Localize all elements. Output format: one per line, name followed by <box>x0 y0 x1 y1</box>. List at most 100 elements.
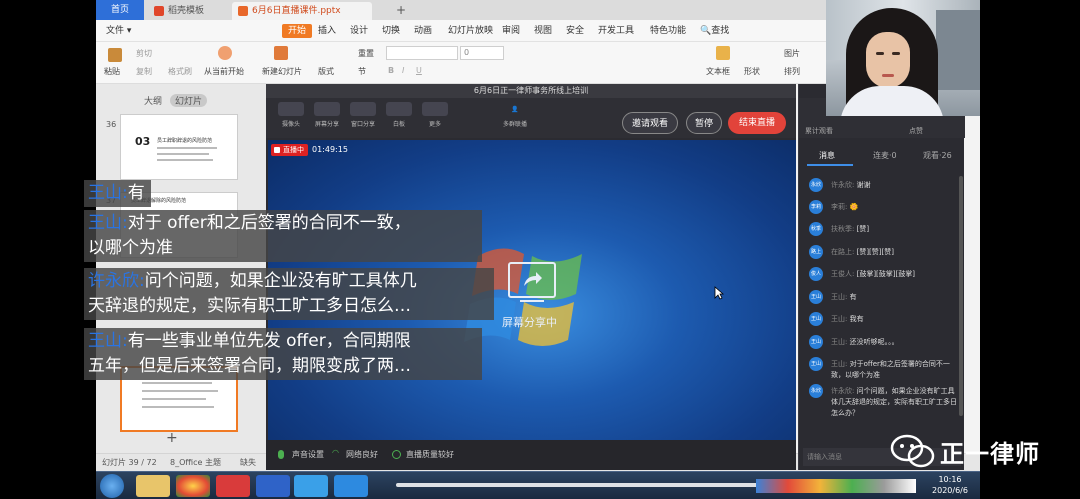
menu-features[interactable]: 特色功能 <box>650 24 686 38</box>
menu-review[interactable]: 审阅 <box>502 24 520 38</box>
new-tab-icon[interactable]: + <box>396 3 406 17</box>
sender-name: 许永欣: <box>831 387 855 395</box>
menu-animation[interactable]: 动画 <box>414 24 432 38</box>
chat-scrollbar[interactable] <box>959 176 963 416</box>
browser-taskbar-icon[interactable] <box>176 475 210 497</box>
font-size-combo[interactable]: 0 <box>460 46 504 60</box>
font-name-combo[interactable] <box>386 46 458 60</box>
meeting-taskbar-icon[interactable] <box>334 475 368 497</box>
pptx-icon <box>238 6 248 16</box>
invite-button[interactable]: 邀请观看 <box>622 112 678 134</box>
subtitle-speaker: 王山: <box>88 331 128 351</box>
paste-icon[interactable] <box>108 48 122 62</box>
tab-templates[interactable]: 稻壳模板 <box>148 2 230 20</box>
end-live-button[interactable]: 结束直播 <box>728 112 786 134</box>
clock-time: 10:16 <box>938 475 962 484</box>
copy-button[interactable]: 复制 <box>136 66 152 77</box>
bold-icon[interactable]: B <box>388 66 394 75</box>
menu-start[interactable]: 开始 <box>282 24 313 38</box>
textbox-icon[interactable] <box>716 46 730 60</box>
sender-name: 王山: <box>831 338 848 346</box>
arrange-button[interactable]: 排列 <box>784 66 800 77</box>
subtitle-speaker: 许永欣: <box>88 271 145 291</box>
add-slide-icon[interactable]: + <box>166 430 178 446</box>
image-button[interactable]: 图片 <box>784 48 800 59</box>
more-button[interactable]: 更多 <box>418 102 452 128</box>
live-timer: 01:49:15 <box>312 145 348 154</box>
avatar: 王山 <box>809 312 823 326</box>
total-views-label: 累计观看 <box>805 127 833 135</box>
quality-icon <box>392 450 401 459</box>
multi-group-button[interactable]: 👤 多群联播 <box>498 102 532 129</box>
tab-home[interactable]: 首页 <box>96 0 144 20</box>
likes-label: 点赞 <box>909 127 923 135</box>
camera-button[interactable]: 摄像头 <box>274 102 308 128</box>
message-text: 对于offer和之后签署的合同不一致，以哪个为准 <box>831 360 950 379</box>
new-slide-button[interactable]: 新建幻灯片 <box>262 66 302 77</box>
menu-slideshow[interactable]: 幻灯片放映 <box>448 24 493 38</box>
sender-name: 在路上: <box>831 248 855 256</box>
quality-status: 直播质量较好 <box>392 449 454 460</box>
whiteboard-label: 白板 <box>392 121 405 128</box>
menu-design[interactable]: 设计 <box>350 24 368 38</box>
underline-icon[interactable]: U <box>416 66 422 75</box>
start-button-icon[interactable] <box>100 474 124 498</box>
window-share-button[interactable]: 窗口分享 <box>346 102 380 128</box>
menu-view[interactable]: 视图 <box>534 24 552 38</box>
play-from-current-button[interactable]: 从当前开始 <box>204 66 244 77</box>
messenger-taskbar-icon[interactable] <box>294 475 328 497</box>
tab-messages[interactable]: 消息 <box>819 150 835 161</box>
whiteboard-button[interactable]: 白板 <box>382 102 416 128</box>
menu-security[interactable]: 安全 <box>566 24 584 38</box>
thumb-number: 36 <box>106 120 117 129</box>
subtitle-text: 有 <box>127 183 145 203</box>
live-icon <box>274 147 280 153</box>
menu-file-label: 文件 <box>106 26 125 36</box>
menu-transition[interactable]: 切换 <box>382 24 400 38</box>
message-text: [赞] <box>856 225 870 233</box>
reset-button[interactable]: 重置 <box>358 48 374 59</box>
textbox-button[interactable]: 文本框 <box>706 66 730 77</box>
italic-icon[interactable]: I <box>402 66 404 75</box>
subtitle-text: 对于 offer和之后签署的合同不一致， <box>127 213 411 233</box>
new-slide-icon[interactable] <box>274 46 288 60</box>
shape-button[interactable]: 形状 <box>744 66 760 77</box>
section-button[interactable]: 节 <box>358 66 366 77</box>
tab-co-host[interactable]: 连麦·0 <box>873 150 897 161</box>
tab-outline[interactable]: 大纲 <box>144 94 162 107</box>
screen-share-button[interactable]: 屏幕分享 <box>310 102 344 128</box>
tab-slides[interactable]: 幻灯片 <box>170 94 208 107</box>
wps-writer-taskbar-icon[interactable] <box>256 475 290 497</box>
wechat-icon <box>890 434 935 468</box>
menu-devtools[interactable]: 开发工具 <box>598 24 634 38</box>
meeting-bottom-bar: 声音设置 ◠ 网络良好 直播质量较好 <box>266 440 796 470</box>
pause-button[interactable]: 暂停 <box>686 112 722 134</box>
audio-settings[interactable]: 声音设置 <box>278 449 324 460</box>
window-share-label: 窗口分享 <box>350 121 375 128</box>
taskbar-clock[interactable]: 10:16 2020/6/6 <box>924 474 976 496</box>
music-taskbar-icon[interactable] <box>216 475 250 497</box>
system-tray-icons[interactable] <box>756 479 916 493</box>
avatar: 路上 <box>809 245 823 259</box>
paste-label[interactable]: 粘贴 <box>104 66 120 77</box>
menu-insert[interactable]: 插入 <box>318 24 336 38</box>
avatar: 永欣 <box>809 178 823 192</box>
slide-thumbnail[interactable]: 03 员工辞职辞退的风险防范 <box>120 114 238 180</box>
watermark-text: 正一律师 <box>940 440 1040 468</box>
format-painter-button[interactable]: 格式刷 <box>168 66 192 77</box>
tab-viewers[interactable]: 观看·26 <box>923 150 952 161</box>
message-text: 谢谢 <box>856 181 871 189</box>
subtitle-text-cont: 天辞退的规定，实际有职工旷工多日怎么… <box>88 296 411 316</box>
layout-button[interactable]: 版式 <box>318 66 334 77</box>
play-icon[interactable] <box>218 46 232 60</box>
screen-sharing-label: 屏幕分享中 <box>502 316 557 329</box>
message-text: [鼓掌][鼓掌][鼓掌] <box>856 270 915 278</box>
media-progress-bar[interactable] <box>396 483 786 487</box>
tab-document[interactable]: 6月6日直播课件.pptx <box>232 2 372 20</box>
camera-label: 摄像头 <box>281 121 300 128</box>
menu-file[interactable]: 文件 ▾ <box>106 24 131 38</box>
webcam-video <box>826 0 980 116</box>
explorer-taskbar-icon[interactable] <box>136 475 170 497</box>
cut-button[interactable]: 剪切 <box>136 48 152 59</box>
search-box[interactable]: 🔍查找 <box>700 24 729 38</box>
